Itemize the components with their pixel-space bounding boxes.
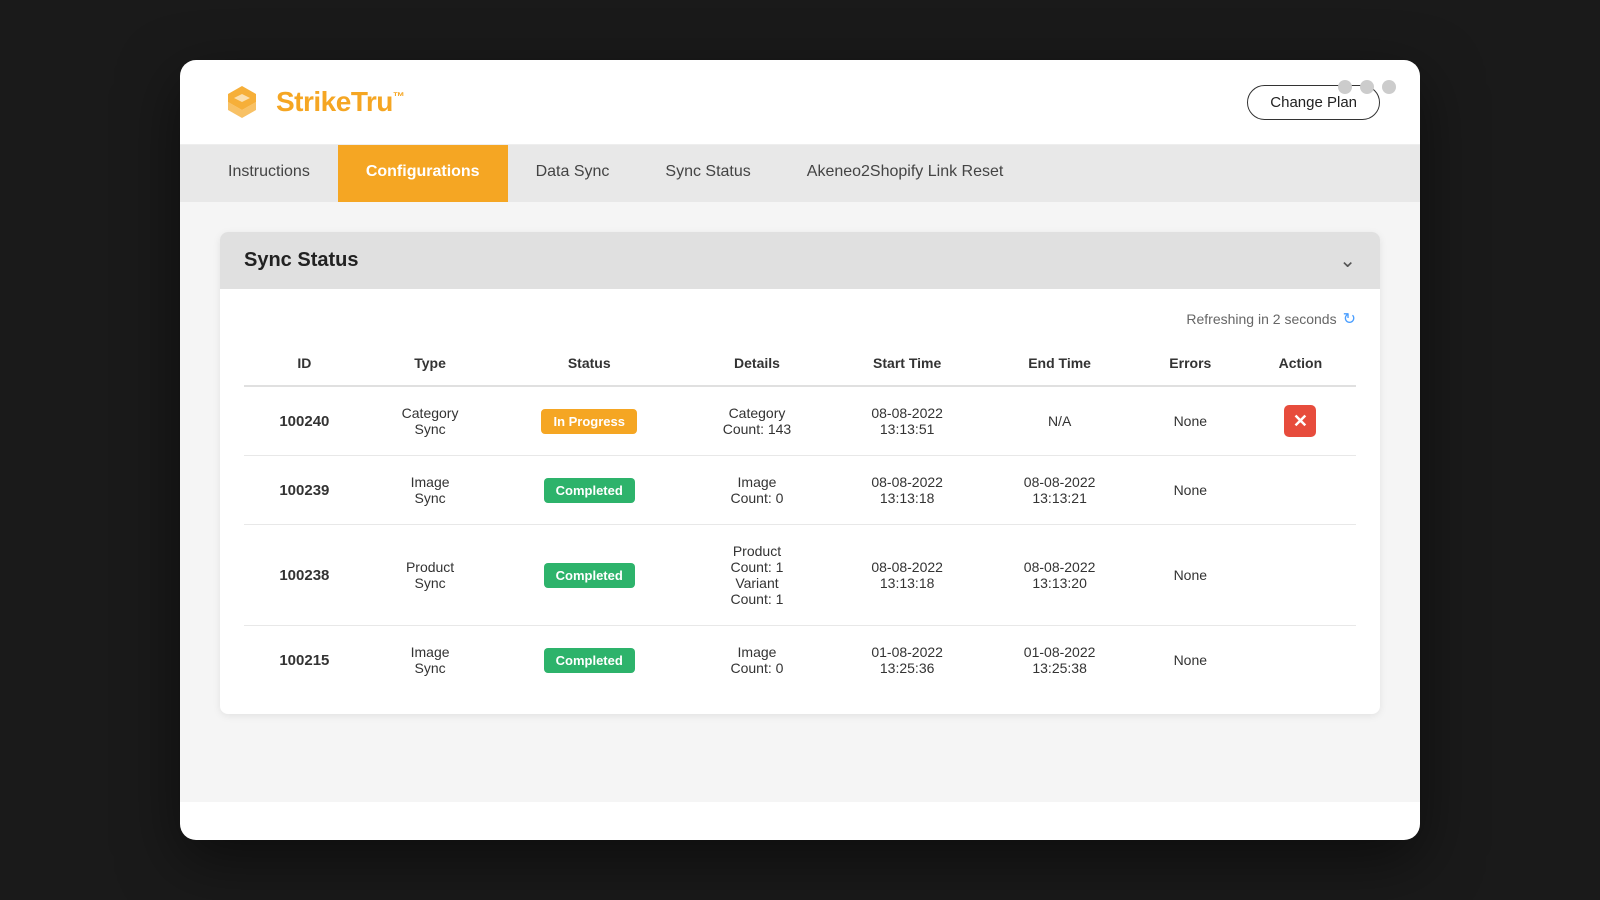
cell-id: 100215 (244, 626, 365, 695)
sync-status-card-body: Refreshing in 2 seconds ↻ ID Type Status… (220, 289, 1380, 714)
table-header-row: ID Type Status Details Start Time End Ti… (244, 341, 1356, 386)
cell-type: ProductSync (365, 525, 496, 626)
cell-end-time: N/A (983, 386, 1135, 456)
cell-id: 100238 (244, 525, 365, 626)
nav-item-instructions[interactable]: Instructions (200, 145, 338, 202)
table-header: ID Type Status Details Start Time End Ti… (244, 341, 1356, 386)
sync-table: ID Type Status Details Start Time End Ti… (244, 341, 1356, 694)
nav-item-sync-status[interactable]: Sync Status (637, 145, 778, 202)
sync-status-card: Sync Status ⌄ Refreshing in 2 seconds ↻ … (220, 232, 1380, 714)
status-badge: In Progress (541, 409, 637, 434)
col-header-errors: Errors (1136, 341, 1245, 386)
cell-type: ImageSync (365, 456, 496, 525)
main-nav: Instructions Configurations Data Sync Sy… (180, 145, 1420, 202)
table-row: 100239 ImageSync Completed ImageCount: 0… (244, 456, 1356, 525)
cell-start-time: 01-08-202213:25:36 (831, 626, 983, 695)
col-header-id: ID (244, 341, 365, 386)
chevron-down-icon: ⌄ (1339, 248, 1356, 273)
cell-type: ImageSync (365, 626, 496, 695)
cell-id: 100240 (244, 386, 365, 456)
status-badge: Completed (544, 563, 635, 588)
app-header: StrikeTru™ Change Plan (180, 60, 1420, 145)
logo-icon (220, 80, 264, 124)
cell-end-time: 08-08-202213:13:20 (983, 525, 1135, 626)
nav-item-configurations[interactable]: Configurations (338, 145, 508, 202)
cell-type: CategorySync (365, 386, 496, 456)
cell-end-time: 08-08-202213:13:21 (983, 456, 1135, 525)
cell-status: Completed (495, 525, 683, 626)
cell-status: In Progress (495, 386, 683, 456)
window-controls (1338, 80, 1396, 94)
window-dot-3 (1382, 80, 1396, 94)
col-header-end-time: End Time (983, 341, 1135, 386)
cell-action (1245, 456, 1356, 525)
table-row: 100215 ImageSync Completed ImageCount: 0… (244, 626, 1356, 695)
cell-errors: None (1136, 456, 1245, 525)
refresh-text: Refreshing in 2 seconds (1186, 311, 1336, 327)
cell-status: Completed (495, 626, 683, 695)
window-dot-2 (1360, 80, 1374, 94)
main-content: Sync Status ⌄ Refreshing in 2 seconds ↻ … (180, 202, 1420, 802)
cell-errors: None (1136, 386, 1245, 456)
cell-action (1245, 525, 1356, 626)
sync-status-card-header[interactable]: Sync Status ⌄ (220, 232, 1380, 289)
table-row: 100240 CategorySync In Progress Category… (244, 386, 1356, 456)
status-badge: Completed (544, 648, 635, 673)
cell-details: ImageCount: 0 (683, 626, 831, 695)
col-header-start-time: Start Time (831, 341, 983, 386)
cell-start-time: 08-08-202213:13:18 (831, 456, 983, 525)
cell-start-time: 08-08-202213:13:51 (831, 386, 983, 456)
table-body: 100240 CategorySync In Progress Category… (244, 386, 1356, 694)
status-badge: Completed (544, 478, 635, 503)
cell-start-time: 08-08-202213:13:18 (831, 525, 983, 626)
cell-end-time: 01-08-202213:25:38 (983, 626, 1135, 695)
nav-item-data-sync[interactable]: Data Sync (508, 145, 638, 202)
cell-status: Completed (495, 456, 683, 525)
refresh-icon[interactable]: ↻ (1343, 309, 1356, 329)
cell-action: ✕ (1245, 386, 1356, 456)
sync-status-title: Sync Status (244, 249, 358, 272)
cell-details: ImageCount: 0 (683, 456, 831, 525)
app-window: StrikeTru™ Change Plan Instructions Conf… (180, 60, 1420, 840)
col-header-details: Details (683, 341, 831, 386)
refresh-info: Refreshing in 2 seconds ↻ (244, 309, 1356, 329)
col-header-status: Status (495, 341, 683, 386)
cell-action (1245, 626, 1356, 695)
window-dot-1 (1338, 80, 1352, 94)
col-header-type: Type (365, 341, 496, 386)
logo-text: StrikeTru™ (276, 86, 404, 118)
nav-item-akeneo-link[interactable]: Akeneo2Shopify Link Reset (779, 145, 1032, 202)
col-header-action: Action (1245, 341, 1356, 386)
table-row: 100238 ProductSync Completed ProductCoun… (244, 525, 1356, 626)
cell-id: 100239 (244, 456, 365, 525)
cell-errors: None (1136, 626, 1245, 695)
delete-button[interactable]: ✕ (1284, 405, 1316, 437)
logo: StrikeTru™ (220, 80, 404, 124)
cell-errors: None (1136, 525, 1245, 626)
cell-details: ProductCount: 1VariantCount: 1 (683, 525, 831, 626)
cell-details: CategoryCount: 143 (683, 386, 831, 456)
